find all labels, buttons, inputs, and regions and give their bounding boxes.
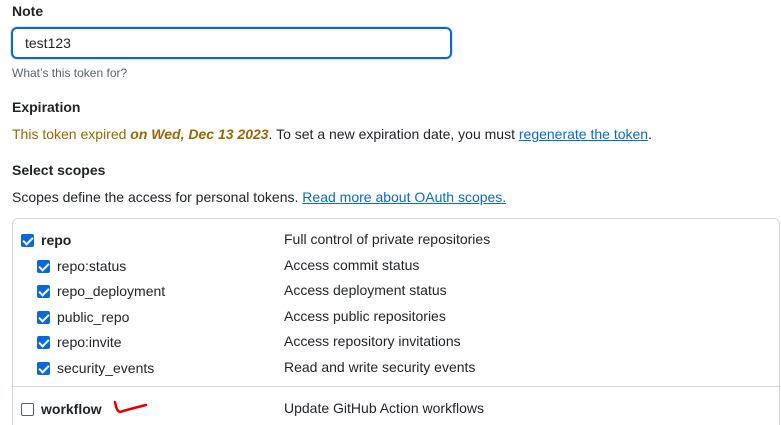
expired-suffix: . <box>648 126 652 142</box>
scope-row-public-repo[interactable]: public_repo <box>37 306 129 328</box>
scope-row-repo[interactable]: repo <box>21 229 71 251</box>
scope-divider <box>13 386 779 387</box>
regenerate-token-link[interactable]: regenerate the token <box>519 126 648 142</box>
note-input[interactable] <box>11 27 452 59</box>
scope-name: public_repo <box>57 309 130 325</box>
red-annotation-mark <box>113 400 148 414</box>
repo-deployment-checkbox[interactable] <box>37 284 50 298</box>
scope-name: workflow <box>41 401 102 417</box>
security-events-checkbox[interactable] <box>37 361 50 375</box>
scopes-description: Scopes define the access for personal to… <box>12 189 506 205</box>
scope-row-security-events[interactable]: security_events <box>37 357 154 379</box>
expired-prefix: This token expired <box>12 126 127 142</box>
public-repo-checkbox[interactable] <box>37 310 50 324</box>
expiration-heading: Expiration <box>12 99 81 115</box>
scope-name: repo:invite <box>57 334 122 350</box>
scope-desc: Access public repositories <box>284 308 446 324</box>
expired-message: This token expired on Wed, Dec 13 2023. … <box>12 126 652 142</box>
scope-row-repo-invite[interactable]: repo:invite <box>37 331 122 353</box>
oauth-scopes-link[interactable]: Read more about OAuth scopes. <box>302 189 506 205</box>
scope-name: repo_deployment <box>57 283 166 299</box>
scope-row-repo-status[interactable]: repo:status <box>37 255 126 277</box>
expired-date: on Wed, Dec 13 2023 <box>130 126 269 142</box>
note-heading: Note <box>12 3 44 19</box>
scope-desc: Access deployment status <box>284 282 447 298</box>
scope-desc: Access repository invitations <box>284 333 461 349</box>
scope-row-workflow[interactable]: workflow <box>21 398 102 420</box>
repo-invite-checkbox[interactable] <box>37 335 50 349</box>
scopes-desc-text: Scopes define the access for personal to… <box>12 189 299 205</box>
workflow-checkbox[interactable] <box>21 402 34 416</box>
repo-status-checkbox[interactable] <box>37 259 50 273</box>
scope-desc: Read and write security events <box>284 359 476 375</box>
scope-desc: Update GitHub Action workflows <box>284 400 484 416</box>
scope-desc: Access commit status <box>284 257 420 273</box>
scope-name: repo:status <box>57 258 127 274</box>
scope-name: repo <box>41 232 72 248</box>
scope-desc: Full control of private repositories <box>284 231 491 247</box>
note-hint: What’s this token for? <box>12 66 128 80</box>
expired-mid: . To set a new expiration date, you must <box>268 126 515 142</box>
repo-checkbox[interactable] <box>21 233 34 247</box>
scopes-heading: Select scopes <box>12 162 106 178</box>
scope-name: security_events <box>57 360 155 376</box>
scope-row-repo-deployment[interactable]: repo_deployment <box>37 280 165 302</box>
